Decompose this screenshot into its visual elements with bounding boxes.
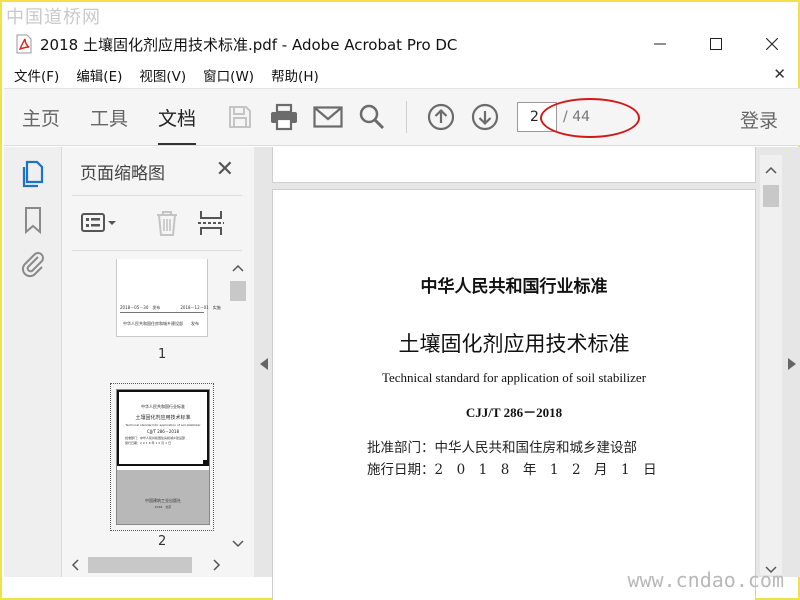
attachments-icon[interactable] (18, 249, 48, 279)
minimize-button[interactable] (632, 28, 688, 60)
navigation-rail (4, 147, 62, 577)
window-title: 2018 土壤固化剂应用技术标准.pdf - Adobe Acrobat Pro… (40, 35, 458, 54)
thumbnail-toolbar (72, 195, 242, 251)
thumbnail-label-1: 1 (158, 347, 167, 362)
menu-bar: 文件(F) 编辑(E) 视图(V) 窗口(W) 帮助(H) ✕ (4, 62, 800, 88)
panel-title: 页面缩略图 (80, 164, 165, 184)
tab-tools[interactable]: 工具 (90, 104, 128, 131)
title-bar: 2018 土壤固化剂应用技术标准.pdf - Adobe Acrobat Pro… (4, 28, 800, 60)
thumb2-header: 中华人民共和国行业标准 (141, 404, 185, 409)
watermark-bottom-text: www.cndao.com (627, 568, 784, 592)
close-document-icon[interactable]: ✕ (773, 65, 786, 83)
menu-help[interactable]: 帮助(H) (271, 65, 319, 85)
thumb1-publisher-line: 中华人民共和国住房和城乡建设部 发布 (123, 321, 199, 326)
next-page-icon[interactable] (467, 99, 503, 135)
watermark-top-text: 中国道桥网 (6, 7, 101, 28)
close-window-button[interactable] (744, 28, 800, 60)
tab-document[interactable]: 文档 (158, 104, 197, 145)
thumbnail-label-2: 2 (158, 534, 167, 549)
thumb2-resize-handle[interactable] (203, 460, 209, 466)
menu-edit[interactable]: 编辑(E) (76, 65, 122, 85)
expand-right-panel-icon[interactable] (788, 355, 796, 370)
thumb2-title: 土壤固化剂应用技术标准 (135, 415, 191, 421)
thumb1-rule (120, 312, 204, 313)
thumb2-lower-area (117, 470, 209, 524)
doc-header: 中华人民共和国行业标准 (420, 277, 608, 297)
acrobat-file-icon (16, 34, 32, 54)
thumb2-english-title: Technical standard for application of so… (125, 423, 201, 427)
toolbar-divider (406, 101, 408, 133)
login-button[interactable]: 登录 (740, 106, 778, 133)
collapse-left-panel-icon[interactable] (260, 355, 268, 370)
close-panel-icon[interactable]: ✕ (216, 157, 234, 182)
menu-view[interactable]: 视图(V) (139, 65, 186, 85)
thumb2-publisher: 中国建筑工业出版社 (145, 498, 181, 503)
thumb2-visible-area (117, 390, 209, 466)
thumb1-date-line: 2018－05－30 发布 2018－12－01 实施 (120, 305, 221, 310)
doc-code: CJJ/T 286－2018 (465, 405, 563, 420)
save-icon[interactable] (222, 99, 258, 135)
page-thumbnail-1[interactable]: 2018－05－30 发布 2018－12－01 实施 中华人民共和国住房和城乡… (116, 259, 221, 337)
document-viewer: 中华人民共和国行业标准 土壤固化剂应用技术标准 Technical standa… (254, 147, 800, 600)
search-icon[interactable] (354, 99, 390, 135)
tab-home[interactable]: 主页 (22, 104, 60, 131)
delete-page-icon[interactable] (152, 208, 184, 238)
doc-title: 土壤固化剂应用技术标准 (398, 332, 630, 356)
maximize-button[interactable] (688, 28, 744, 60)
thumb2-code: CJJ/T 286－2018 (146, 429, 180, 434)
page-thumbnails-icon[interactable] (18, 159, 48, 189)
main-toolbar: 主页 工具 文档 2 / 44 登录 (4, 88, 800, 146)
insert-page-icon[interactable] (196, 208, 228, 238)
menu-window[interactable]: 窗口(W) (203, 65, 254, 85)
menu-file[interactable]: 文件(F) (14, 65, 59, 85)
bookmarks-icon[interactable] (18, 205, 48, 235)
previous-page-edge (272, 147, 756, 183)
previous-page-icon[interactable] (423, 99, 459, 135)
highlight-ellipse (540, 98, 640, 138)
doc-english-title: Technical standard for application of so… (381, 370, 647, 385)
print-icon[interactable] (266, 99, 302, 135)
thumb2-place: 2018 北京 (154, 505, 172, 509)
thumbnail-options-icon[interactable] (80, 208, 120, 238)
document-vertical-scrollbar[interactable] (760, 155, 782, 575)
email-icon[interactable] (310, 99, 346, 135)
thumb2-approval: 批准部门：中华人民共和国住房和城乡建设部 (125, 436, 186, 440)
doc-approval: 批准部门：中华人民共和国住房和城乡建设部 (367, 440, 637, 456)
window-frame: 2018 土壤固化剂应用技术标准.pdf - Adobe Acrobat Pro… (0, 0, 800, 600)
thumbnail-horizontal-scrollbar[interactable] (66, 555, 228, 575)
thumb2-effective: 施行日期：2 0 1 8 年 1 2 月 1 日 (125, 441, 171, 445)
thumbnail-panel: 页面缩略图 ✕ 2018－05－30 发布 2018－12－01 实施 中华人民… (62, 147, 254, 577)
document-page: 中华人民共和国行业标准 土壤固化剂应用技术标准 Technical standa… (272, 189, 756, 600)
page-thumbnail-2[interactable]: 中华人民共和国行业标准 土壤固化剂应用技术标准 Technical standa… (116, 389, 210, 525)
doc-effective-date: 施行日期：2 0 1 8 年 1 2 月 1 日 (367, 462, 657, 478)
thumbnail-vertical-scrollbar[interactable] (228, 259, 248, 553)
